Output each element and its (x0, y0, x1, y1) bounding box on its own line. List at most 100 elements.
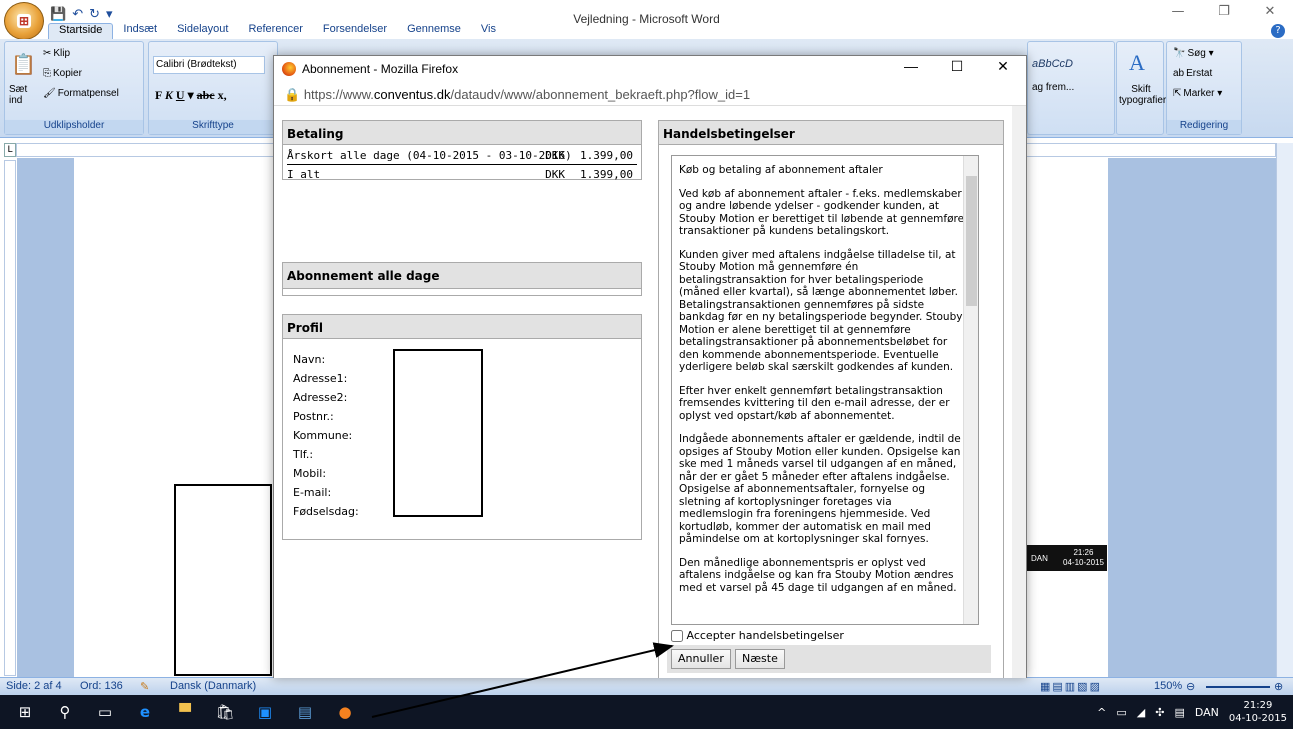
tab-sidelayout[interactable]: Sidelayout (167, 23, 238, 39)
network-icon[interactable]: ✣ (1155, 706, 1164, 719)
terms-paragraph: Ved køb af abonnement aftaler - f.eks. m… (679, 187, 965, 238)
minimize-icon[interactable]: — (1155, 4, 1201, 19)
font-group-label: Skrifttype (149, 120, 277, 134)
change-styles-button[interactable]: Skift typografier (1119, 84, 1166, 106)
select-button[interactable]: ⇱ Marker ▾ (1173, 88, 1222, 99)
clock-time: 21:29 (1243, 700, 1273, 711)
payment-currency: DKK (545, 149, 565, 162)
profil-panel: Profil Navn: Adresse1: Adresse2: Postnr.… (282, 314, 642, 540)
wifi-icon[interactable]: ◢ (1137, 706, 1145, 719)
firefox-titlebar: Abonnement - Mozilla Firefox — ☐ ✕ (274, 56, 1026, 82)
select-label: Marker (1183, 88, 1215, 99)
vertical-ruler[interactable] (4, 160, 16, 676)
font-style-buttons[interactable]: F K U ▾ abc x, (155, 88, 227, 103)
total-currency: DKK (545, 168, 565, 181)
cut-button[interactable]: ✂ Klip (43, 48, 70, 59)
address-bar[interactable]: 🔒 https://www.conventus.dk/dataudv/www/a… (274, 84, 1026, 106)
media-player-icon[interactable]: ▣ (254, 701, 276, 723)
change-styles-group: A Skift typografier (1116, 41, 1166, 135)
zoom-in-icon[interactable]: ⊕ (1274, 680, 1283, 693)
tab-vis[interactable]: Vis (471, 23, 506, 39)
close-icon[interactable]: ✕ (1247, 4, 1293, 19)
redaction-box (174, 484, 272, 676)
word-window-controls: — ❐ ✕ (1155, 4, 1293, 19)
change-styles-icon[interactable]: A (1129, 50, 1145, 76)
file-explorer-icon[interactable]: ▀ (174, 701, 196, 723)
firefox-taskbar-icon[interactable]: ● (334, 701, 356, 723)
payment-amount: 1.399,00 (580, 149, 633, 162)
zoom-level[interactable]: 150% (1154, 680, 1182, 692)
word-taskbar-icon[interactable]: ▤ (294, 701, 316, 723)
style-next[interactable]: ag frem... (1032, 82, 1074, 93)
ff-close-icon[interactable]: ✕ (980, 58, 1026, 75)
paste-icon[interactable]: 📋 (11, 52, 36, 77)
notify-clock: 21:26 04-10-2015 (1063, 548, 1104, 568)
find-button[interactable]: 🔭 Søg ▾ (1173, 48, 1214, 59)
show-hidden-icons-icon[interactable]: ^ (1097, 706, 1106, 719)
store-icon[interactable]: 🛍 (214, 701, 236, 723)
taskbar-clock[interactable]: 21:29 04-10-2015 (1229, 699, 1287, 725)
terms-scroll-thumb[interactable] (966, 176, 977, 306)
tab-forsendelser[interactable]: Forsendelser (313, 23, 397, 39)
search-icon[interactable]: ⚲ (54, 701, 76, 723)
terms-text: Køb og betaling af abonnement aftaler Ve… (679, 164, 965, 605)
accept-terms-row: Accepter handelsbetingelser (671, 629, 844, 642)
word-vertical-scrollbar[interactable] (1276, 143, 1293, 678)
help-icon[interactable]: ? (1271, 24, 1285, 38)
terms-textbox[interactable]: Køb og betaling af abonnement aftaler Ve… (671, 155, 979, 625)
replace-icon: ab (1173, 68, 1185, 79)
terms-scrollbar[interactable] (963, 156, 978, 624)
notifications-icon[interactable]: ▤ (1174, 706, 1184, 719)
payment-total-row: I alt DKK 1.399,00 (287, 166, 637, 184)
tab-indsaet[interactable]: Indsæt (113, 23, 167, 39)
embedded-taskbar-snippet: DAN 21:26 04-10-2015 (1027, 545, 1107, 571)
ff-minimize-icon[interactable]: — (888, 58, 934, 75)
styles-group: aBbCcD ag frem... (1027, 41, 1115, 135)
edge-icon[interactable]: e (134, 701, 156, 723)
find-label: Søg (1187, 48, 1206, 59)
next-button[interactable]: Næste (735, 649, 785, 669)
view-buttons[interactable]: ▦▤▥▧▨ (1040, 680, 1102, 693)
firefox-scrollbar[interactable] (1012, 106, 1026, 678)
copy-button[interactable]: ⎘ Kopier (43, 68, 82, 79)
notify-lang: DAN (1031, 554, 1048, 563)
profile-label-adresse2: Adresse2: (293, 391, 348, 404)
status-words[interactable]: Ord: 136 (80, 680, 123, 692)
style-preview[interactable]: aBbCcD (1032, 58, 1073, 70)
battery-icon[interactable]: ▭ (1116, 706, 1126, 719)
terms-paragraph: Køb og betaling af abonnement aftaler (679, 164, 883, 176)
copy-label: Kopier (53, 68, 82, 79)
cancel-button[interactable]: Annuller (671, 649, 731, 669)
betaling-panel: Betaling Årskort alle dage (04-10-2015 -… (282, 120, 642, 181)
windows-taskbar: ⊞ ⚲ ▭ e ▀ 🛍 ▣ ▤ ● ^ ▭ ◢ ✣ ▤ DAN 21:29 04-… (0, 695, 1293, 729)
editing-group: 🔭 Søg ▾ ab Erstat ⇱ Marker ▾ Redigering (1166, 41, 1242, 135)
maximize-icon[interactable]: ❐ (1201, 4, 1247, 19)
zoom-out-icon[interactable]: ⊖ (1186, 680, 1195, 693)
brush-icon: 🖌 (43, 88, 56, 99)
status-page[interactable]: Side: 2 af 4 (6, 680, 62, 692)
tab-selector[interactable]: L (4, 143, 16, 157)
profile-label-tlf: Tlf.: (293, 448, 314, 461)
tab-startside[interactable]: Startside (48, 23, 114, 39)
payment-item: Årskort alle dage (04-10-2015 - 03-10-20… (287, 149, 572, 162)
terms-paragraph: Indgåede abonnements aftaler er gældende… (679, 433, 961, 545)
cut-label: Klip (53, 48, 71, 59)
ff-maximize-icon[interactable]: ☐ (934, 58, 980, 75)
paste-button[interactable]: Sæt ind (9, 84, 39, 106)
replace-button[interactable]: ab Erstat (1173, 68, 1212, 79)
format-painter-button[interactable]: 🖌 Formatpensel (43, 88, 119, 99)
tab-referencer[interactable]: Referencer (238, 23, 312, 39)
status-language[interactable]: Dansk (Danmark) (170, 680, 256, 692)
input-language[interactable]: DAN (1195, 706, 1219, 719)
terms-paragraph: Kunden giver med aftalens indgåelse till… (679, 248, 963, 374)
zoom-slider[interactable] (1206, 686, 1270, 688)
clipboard-group-label: Udklipsholder (5, 120, 143, 134)
start-windows-icon[interactable]: ⊞ (14, 701, 36, 723)
font-name-select[interactable]: Calibri (Brødtekst) (153, 56, 265, 74)
task-view-icon[interactable]: ▭ (94, 701, 116, 723)
accept-terms-label[interactable]: Accepter handelsbetingelser (687, 629, 844, 642)
accept-terms-checkbox[interactable] (671, 630, 683, 642)
spellcheck-icon[interactable]: ✎ (140, 680, 149, 693)
notify-time: 21:26 (1073, 548, 1094, 557)
tab-gennemse[interactable]: Gennemse (397, 23, 471, 39)
